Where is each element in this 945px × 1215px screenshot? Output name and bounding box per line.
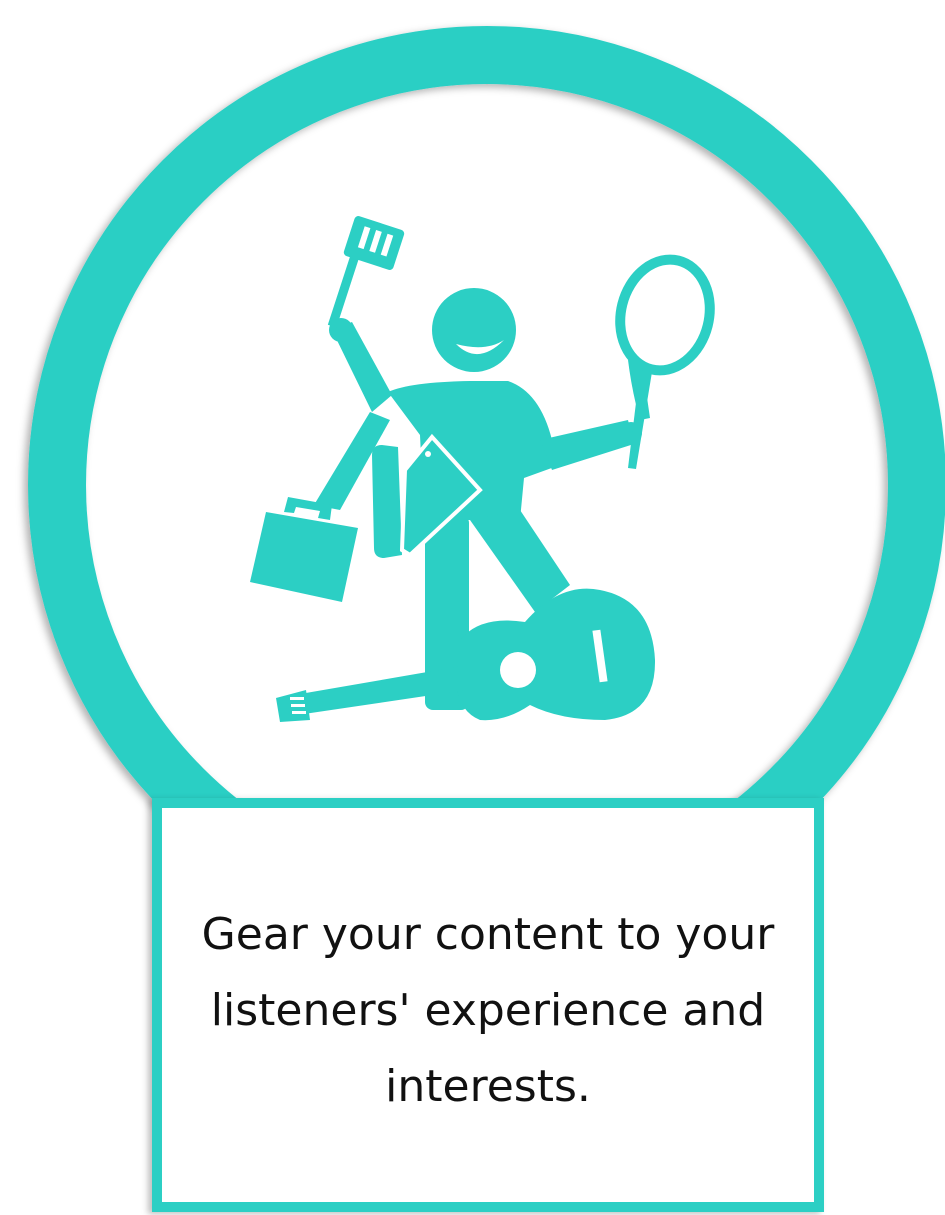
briefcase-icon [250, 497, 358, 602]
multitasking-person-icon [250, 216, 715, 722]
caption-text: Gear your content to your listeners' exp… [201, 909, 775, 1112]
caption-box: Gear your content to your listeners' exp… [152, 798, 824, 1212]
infographic-card: Gear your content to your listeners' exp… [0, 0, 945, 1215]
